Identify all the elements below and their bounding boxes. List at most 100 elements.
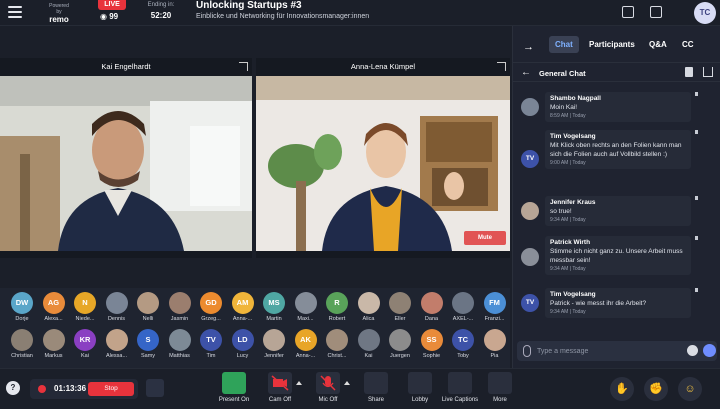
- audience-member[interactable]: Juergen: [383, 329, 417, 365]
- event-subtitle: Einblicke und Networking für Innovations…: [196, 13, 370, 20]
- message-sender: Jennifer Kraus: [550, 199, 596, 206]
- audience-member[interactable]: Alessa...: [100, 329, 134, 365]
- recording-dot-icon: [38, 385, 46, 393]
- expand-icon[interactable]: [497, 62, 506, 71]
- message-avatar: [521, 248, 539, 266]
- tab-cc[interactable]: CC: [676, 36, 700, 53]
- chat-message: TV Tim Vogelsang Mit Klick oben rechts an …: [521, 130, 699, 188]
- message-time: 9:34 AM | Today: [550, 217, 586, 223]
- chat-message: TV Tim Vogelsang Patrick - wie messt ihr d…: [521, 288, 699, 318]
- chat-header: ← General Chat: [513, 62, 720, 82]
- audience-member[interactable]: LD Lucy: [226, 329, 260, 365]
- audience-member[interactable]: SS Sophie: [415, 329, 449, 365]
- remo-logo: remo: [49, 15, 69, 24]
- message-avatar: [521, 98, 539, 116]
- audience-member[interactable]: Matthias: [163, 329, 197, 365]
- message-menu-icon[interactable]: [695, 288, 698, 292]
- lobby-button[interactable]: Lobby: [398, 372, 442, 408]
- present-button[interactable]: Present On: [212, 372, 256, 408]
- audience-avatar: [105, 292, 128, 314]
- audience-member[interactable]: Pia: [478, 329, 512, 365]
- download-icon[interactable]: [703, 67, 713, 77]
- chat-message: Patrick Wirth Stimme ich nicht ganz zu. U…: [521, 236, 699, 278]
- hamburger-menu-icon[interactable]: [8, 6, 22, 18]
- message-sender: Shambo Nagpall: [550, 95, 601, 102]
- recording-box: 01:13:36 Stop: [30, 379, 138, 399]
- trash-icon[interactable]: [685, 67, 693, 77]
- message-time: 8:59 AM | Today: [550, 113, 586, 119]
- audience-member[interactable]: Dennis: [100, 292, 134, 328]
- user-avatar[interactable]: TC: [694, 2, 716, 24]
- mic-options-caret-icon[interactable]: [344, 381, 350, 385]
- tab-qa[interactable]: Q&A: [643, 36, 673, 53]
- expand-icon[interactable]: [239, 62, 248, 71]
- thumbs-up-reaction-icon[interactable]: ✊: [644, 377, 668, 401]
- message-menu-icon[interactable]: [695, 196, 698, 200]
- audience-member[interactable]: Christian: [5, 329, 39, 365]
- speaker-video-feed: [256, 76, 510, 251]
- cam-options-caret-icon[interactable]: [296, 381, 302, 385]
- audience-member[interactable]: MS Martin: [257, 292, 291, 328]
- audience-member[interactable]: TV Tim: [194, 329, 228, 365]
- layout-icon[interactable]: [146, 379, 164, 397]
- audience-member[interactable]: N Niede...: [68, 292, 102, 328]
- mute-speaker-button[interactable]: Mute: [464, 231, 506, 245]
- audience-member[interactable]: Jennifer: [257, 329, 291, 365]
- message-menu-icon[interactable]: [695, 130, 698, 134]
- audience-member[interactable]: Christ...: [320, 329, 354, 365]
- audience-member[interactable]: AG Alexa...: [37, 292, 71, 328]
- paperclip-icon[interactable]: [523, 345, 531, 357]
- emoji-icon[interactable]: [687, 345, 698, 356]
- lobby-label: Lobby: [411, 397, 429, 403]
- audience-avatar: TC: [452, 329, 474, 351]
- present-label: Present On: [218, 397, 250, 403]
- audience-name: Robert: [328, 316, 346, 322]
- audience-member[interactable]: AK Anna-...: [289, 329, 323, 365]
- clapperboard-icon[interactable]: [622, 6, 634, 18]
- audience-member[interactable]: KR Kai: [68, 329, 102, 365]
- audience-member[interactable]: Nelli: [131, 292, 165, 328]
- chat-input-bar: [517, 341, 717, 361]
- audience-member[interactable]: Markus: [37, 329, 71, 365]
- calendar-icon[interactable]: [650, 6, 662, 18]
- viewer-count-value: 99: [109, 12, 119, 21]
- audience-avatar: [389, 329, 411, 351]
- help-icon[interactable]: ?: [6, 381, 20, 395]
- audience-member[interactable]: Maxi...: [289, 292, 323, 328]
- audience-member[interactable]: FM Franzi...: [478, 292, 512, 328]
- arrow-right-icon[interactable]: →: [523, 41, 534, 53]
- audience-member[interactable]: R Robert: [320, 292, 354, 328]
- message-time: 9:00 AM | Today: [550, 160, 586, 166]
- audience-member[interactable]: TC Toby: [446, 329, 480, 365]
- audience-member[interactable]: Dana: [415, 292, 449, 328]
- live-badge: LIVE: [98, 0, 126, 10]
- audience-member[interactable]: AM Anna-...: [226, 292, 260, 328]
- audience-member[interactable]: DW Dorje: [5, 292, 39, 328]
- audience-member[interactable]: Eller: [383, 292, 417, 328]
- message-menu-icon[interactable]: [695, 236, 698, 240]
- tab-participants[interactable]: Participants: [583, 36, 641, 53]
- live-captions-button[interactable]: Live Captions: [438, 372, 482, 408]
- back-arrow-icon[interactable]: ←: [521, 67, 531, 78]
- tab-chat[interactable]: Chat: [549, 36, 579, 53]
- chat-message-input[interactable]: [537, 344, 677, 358]
- more-button[interactable]: More: [478, 372, 522, 408]
- mic-button[interactable]: Mic Off: [306, 372, 350, 408]
- audience-name: Eller: [394, 316, 406, 322]
- stop-recording-button[interactable]: Stop: [88, 382, 134, 396]
- audience-avatar: [137, 292, 159, 314]
- audience-member[interactable]: Kai: [352, 329, 386, 365]
- audience-member[interactable]: Jasmin: [163, 292, 197, 328]
- audience-member[interactable]: AXEL-...: [446, 292, 480, 328]
- message-menu-icon[interactable]: [695, 92, 698, 96]
- audience-member[interactable]: GD Grzeg...: [194, 292, 228, 328]
- audience-member[interactable]: S Samy: [131, 329, 165, 365]
- audience-avatar: GD: [200, 292, 222, 314]
- audience-avatar: [168, 329, 191, 351]
- send-icon[interactable]: [703, 344, 716, 357]
- audience-member[interactable]: Alica: [352, 292, 386, 328]
- cam-button[interactable]: Cam Off: [258, 372, 302, 408]
- share-button[interactable]: Share: [354, 372, 398, 408]
- clap-reaction-icon[interactable]: ✋: [610, 377, 634, 401]
- smile-reaction-icon[interactable]: ☺: [678, 377, 702, 401]
